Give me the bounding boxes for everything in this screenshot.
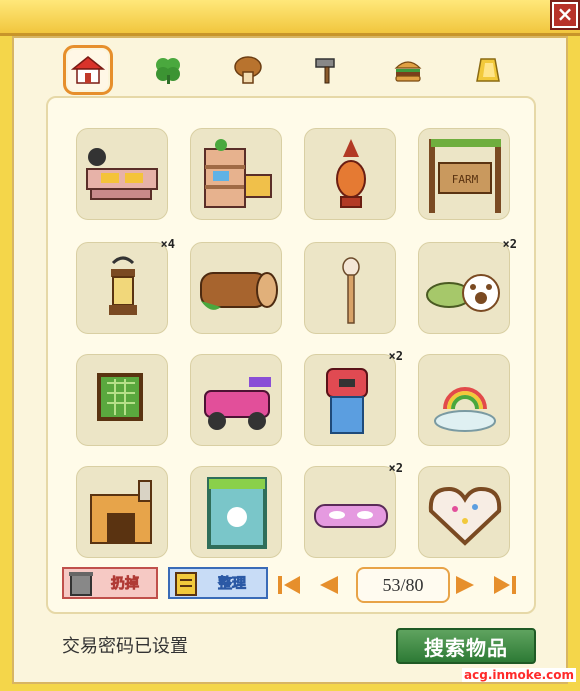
painting-item-icon [207,477,267,549]
item-slot[interactable]: ×2 [304,461,403,558]
item-slot[interactable] [76,128,168,220]
close-button[interactable]: × [550,0,580,30]
page-indicator: 53/80 [356,567,450,603]
item-slot[interactable]: ×2 [418,237,517,334]
discard-button[interactable]: 扔掉 [62,567,158,599]
tab-plants[interactable] [148,50,188,90]
house-icon [71,56,105,84]
rainbow-fountain-item-icon [434,387,496,432]
pagination: 53/80 [276,566,530,604]
heart-cake-item-icon [428,486,502,546]
last-page-button[interactable] [492,572,518,598]
fireplace-item-icon [90,480,152,544]
trash-can-icon [69,572,93,596]
clipboard-icon [175,572,197,596]
bunny-post-item-icon [342,257,360,324]
pink-bench-item-icon [314,504,388,528]
paw-cushion-item-icon [426,274,500,312]
item-slot[interactable] [418,466,510,558]
search-items-button[interactable]: 搜索物品 [396,628,536,664]
trash-bin-item-icon [326,368,368,434]
oil-lamp-item-icon [109,256,137,315]
tab-furniture[interactable] [63,45,113,95]
item-slot[interactable]: FARM [418,128,510,220]
hammer-icon [315,58,335,84]
svg-text:FARM: FARM [452,173,479,186]
tab-valuables[interactable] [468,50,508,90]
flower-shelf-item-icon [204,139,272,208]
item-count: ×2 [388,461,403,475]
item-slot[interactable] [304,242,396,334]
item-slot[interactable] [190,354,282,446]
red-lantern-item-icon [336,139,366,208]
item-slot[interactable]: ×4 [76,237,175,334]
item-grid: FARM ×4 ×2 ×2 ×2 [46,96,536,614]
item-slot[interactable] [418,354,510,446]
green-frame-item-icon [97,373,143,421]
tab-food[interactable] [388,50,428,90]
sort-label: 整理 [218,576,247,593]
item-slot[interactable] [304,128,396,220]
mushroom-icon [234,56,262,84]
toy-car-item-icon [204,377,271,430]
discard-label: 扔掉 [111,576,140,593]
title-bar [0,0,580,36]
item-slot[interactable] [76,466,168,558]
sort-button[interactable]: 整理 [168,567,268,599]
tab-tools[interactable] [308,50,348,90]
item-count: ×4 [160,237,175,251]
last-page-icon [494,576,516,594]
log-item-icon [200,272,278,310]
category-tabs [50,44,520,96]
gold-bar-icon [476,58,500,82]
tab-mushroom[interactable] [228,50,268,90]
item-count: ×2 [388,349,403,363]
clover-icon [156,58,180,84]
item-slot[interactable] [76,354,168,446]
watermark: acg.inmoke.com [462,668,576,682]
first-page-icon [278,576,300,594]
burger-icon [394,61,422,82]
bench-item-icon [86,148,158,200]
next-page-button[interactable] [452,572,478,598]
item-count: ×2 [502,237,517,251]
first-page-button[interactable] [276,572,302,598]
item-slot[interactable] [190,128,282,220]
prev-page-button[interactable] [316,572,342,598]
trade-password-status: 交易密码已设置 [62,636,188,657]
farm-sign-item-icon: FARM [429,139,501,213]
item-slot[interactable] [190,242,282,334]
item-slot[interactable]: ×2 [304,349,403,446]
prev-page-icon [320,576,338,594]
item-slot[interactable] [190,466,282,558]
next-page-icon [456,576,474,594]
